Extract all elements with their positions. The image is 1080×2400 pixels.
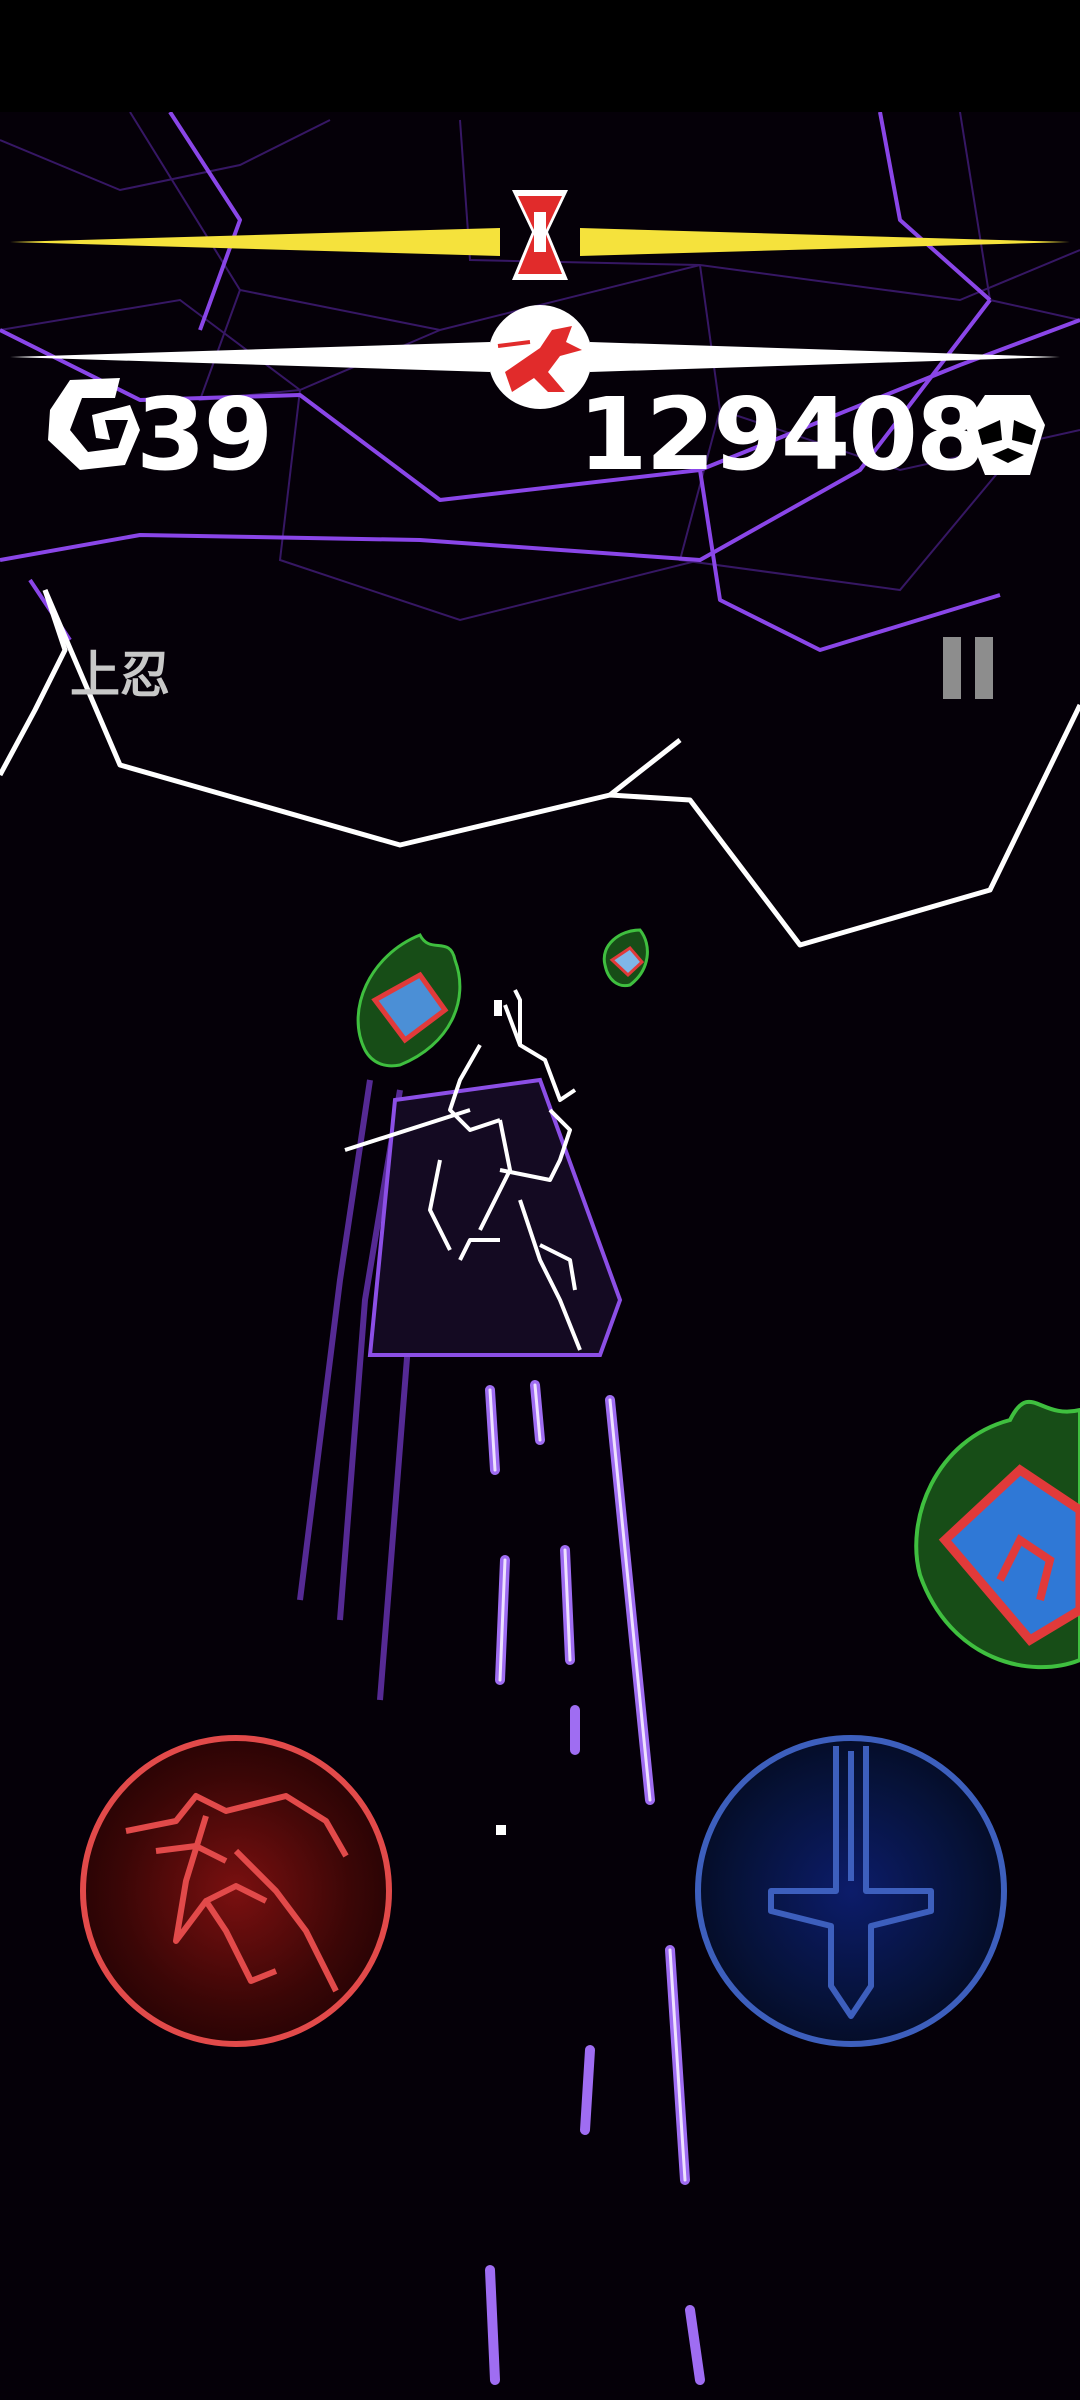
pause-icon — [943, 637, 961, 699]
time-bar-left — [10, 228, 500, 256]
pause-icon-bar — [975, 637, 993, 699]
jump-button[interactable] — [80, 1735, 392, 2047]
shuriken-count: 39 — [136, 376, 273, 493]
rank-label: 上忍 — [70, 646, 170, 704]
score-value: 129408 — [578, 376, 985, 493]
pickup-cube-3 — [914, 1399, 1080, 1670]
pickup-cube-1 — [356, 933, 462, 1068]
hourglass-icon — [512, 190, 568, 280]
spiral-g-icon — [48, 378, 140, 470]
time-bar-right — [580, 228, 1070, 256]
pause-button[interactable] — [935, 633, 1005, 705]
attack-button[interactable] — [695, 1735, 1007, 2047]
sword-icon — [768, 1746, 934, 2019]
running-ninja-icon — [488, 305, 592, 409]
pickup-cube-2 — [602, 928, 649, 988]
ninja-jump-icon — [125, 1793, 349, 1993]
distance-bar-left — [10, 342, 490, 372]
distance-bar-right — [590, 342, 1060, 372]
